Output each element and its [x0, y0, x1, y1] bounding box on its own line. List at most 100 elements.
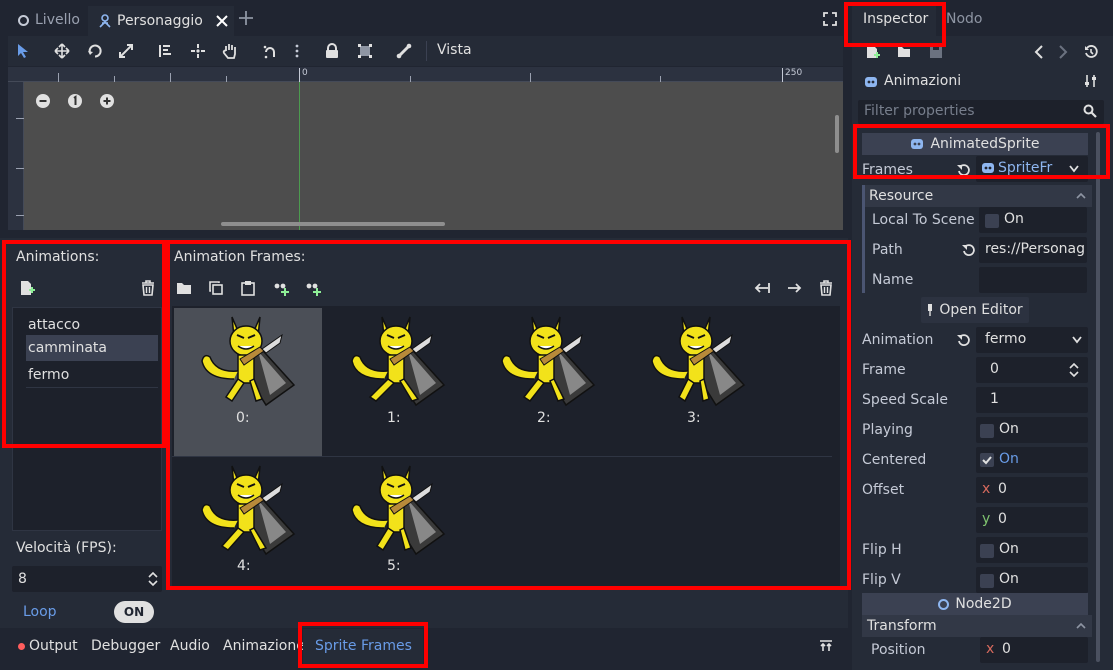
chevron-down-icon[interactable]: [1069, 165, 1079, 173]
section-animatedsprite[interactable]: AnimatedSprite: [862, 133, 1088, 155]
vista-menu[interactable]: Vista: [437, 42, 472, 58]
list-item[interactable]: fermo: [28, 363, 158, 387]
section-node2d[interactable]: Node2D: [862, 593, 1088, 615]
zoom-out-icon[interactable]: [35, 93, 51, 109]
insert-after-icon[interactable]: [304, 280, 322, 296]
close-icon[interactable]: [216, 15, 228, 27]
list-divider: [26, 387, 158, 388]
new-animation-icon[interactable]: [19, 280, 35, 296]
zoom-reset-icon[interactable]: [67, 93, 83, 109]
offset-label: Offset: [862, 482, 905, 498]
fullscreen-icon[interactable]: [823, 12, 837, 26]
centered-checkbox[interactable]: [980, 453, 994, 467]
select-icon[interactable]: [16, 43, 30, 59]
add-tab-icon[interactable]: [238, 10, 254, 26]
transform-label: Transform: [867, 618, 937, 634]
open-resource-icon[interactable]: [897, 46, 911, 58]
delete-animation-icon[interactable]: [140, 280, 156, 296]
checkbox-box: [980, 544, 994, 558]
offset-y-field[interactable]: [976, 507, 1088, 533]
ruler-tick: [16, 118, 24, 119]
fps-spinbox[interactable]: [12, 566, 162, 592]
sprite-thumbnail: [201, 316, 296, 407]
tab-nodo[interactable]: Nodo: [946, 11, 983, 27]
offset-x-value: 0: [998, 481, 1007, 497]
object-icon: [864, 75, 878, 89]
tab-debugger[interactable]: Debugger: [91, 638, 160, 654]
list-item[interactable]: attacco: [28, 313, 158, 337]
horizontal-scrollbar[interactable]: [221, 222, 445, 226]
rotate-icon[interactable]: [87, 43, 103, 59]
frame-cell[interactable]: [496, 313, 596, 408]
chevron-down-icon[interactable]: [1072, 336, 1082, 344]
animation-label: Animation: [862, 332, 934, 348]
scene-tab-personaggio[interactable]: Personaggio: [88, 6, 234, 36]
frame-cell[interactable]: [346, 313, 446, 408]
inspector-scrollbar[interactable]: [1096, 132, 1100, 662]
search-icon[interactable]: [1083, 104, 1097, 118]
copy-icon[interactable]: [208, 280, 224, 296]
list-item-selected[interactable]: camminata: [26, 335, 158, 361]
list-icon[interactable]: [158, 43, 174, 59]
playing-checkbox[interactable]: [980, 423, 994, 439]
flip-h-checkbox[interactable]: [980, 543, 994, 559]
insert-before-icon[interactable]: [272, 280, 290, 296]
history-back-icon[interactable]: [1034, 45, 1044, 59]
flip-v-label: Flip V: [862, 572, 901, 588]
frame-cell[interactable]: [196, 462, 296, 557]
history-forward-icon[interactable]: [1058, 45, 1068, 59]
frame-cell[interactable]: [346, 462, 446, 557]
zoom-in-icon[interactable]: [99, 93, 115, 109]
frame-label: 3:: [687, 410, 701, 426]
group-icon[interactable]: [357, 43, 373, 59]
pivot-icon[interactable]: [190, 43, 206, 59]
lock-icon[interactable]: [325, 43, 339, 59]
playing-label: Playing: [862, 422, 913, 438]
spinner-arrows-icon[interactable]: [1068, 362, 1080, 378]
canvas-viewport[interactable]: [24, 82, 843, 230]
tab-animazione[interactable]: Animazione: [223, 638, 305, 654]
local-to-scene-checkbox[interactable]: [985, 213, 999, 229]
frame-cell[interactable]: [646, 313, 746, 408]
move-right-icon[interactable]: [786, 281, 802, 295]
chevron-up-icon[interactable]: [1076, 192, 1086, 200]
more-icon[interactable]: [294, 43, 300, 59]
ruler-label: 250: [785, 68, 803, 78]
scale-icon[interactable]: [118, 43, 134, 59]
revert-icon[interactable]: [957, 163, 971, 177]
tab-audio[interactable]: Audio: [170, 638, 210, 654]
object-properties-icon[interactable]: [1084, 74, 1098, 88]
revert-icon[interactable]: [962, 243, 976, 257]
expand-panel-icon[interactable]: [819, 640, 833, 652]
ruler-tick: [782, 68, 783, 82]
revert-icon[interactable]: [957, 333, 971, 347]
flip-h-label: Flip H: [862, 542, 902, 558]
new-resource-icon[interactable]: [866, 45, 880, 59]
move-icon[interactable]: [54, 43, 70, 59]
name-field[interactable]: [979, 267, 1087, 293]
open-editor-button[interactable]: Open Editor: [921, 297, 1029, 323]
load-icon[interactable]: [176, 281, 192, 295]
history-icon[interactable]: [1084, 45, 1098, 59]
paste-icon[interactable]: [240, 280, 256, 296]
pan-icon[interactable]: [222, 42, 238, 60]
flip-v-checkbox[interactable]: [980, 573, 994, 589]
position-x-field[interactable]: [980, 637, 1088, 663]
delete-frame-icon[interactable]: [818, 280, 834, 296]
vertical-scrollbar[interactable]: [835, 115, 839, 153]
snap-icon[interactable]: [263, 43, 279, 59]
fps-value: 8: [18, 571, 27, 587]
loop-toggle[interactable]: ON: [114, 601, 154, 623]
tab-output[interactable]: Output: [29, 638, 78, 654]
frames-grid-separator: [172, 456, 832, 457]
scene-tab-livello[interactable]: Livello: [8, 6, 88, 34]
move-left-icon[interactable]: [754, 281, 770, 295]
chevron-up-icon[interactable]: [1076, 622, 1086, 630]
frame-cell[interactable]: [196, 313, 296, 408]
bone-icon[interactable]: [396, 43, 412, 59]
offset-x-field[interactable]: [976, 477, 1088, 503]
spinner-arrows-icon[interactable]: [147, 571, 159, 587]
save-resource-icon[interactable]: [929, 45, 943, 59]
position-x-axis: x: [986, 641, 995, 657]
animatedsprite-icon: [910, 137, 924, 151]
